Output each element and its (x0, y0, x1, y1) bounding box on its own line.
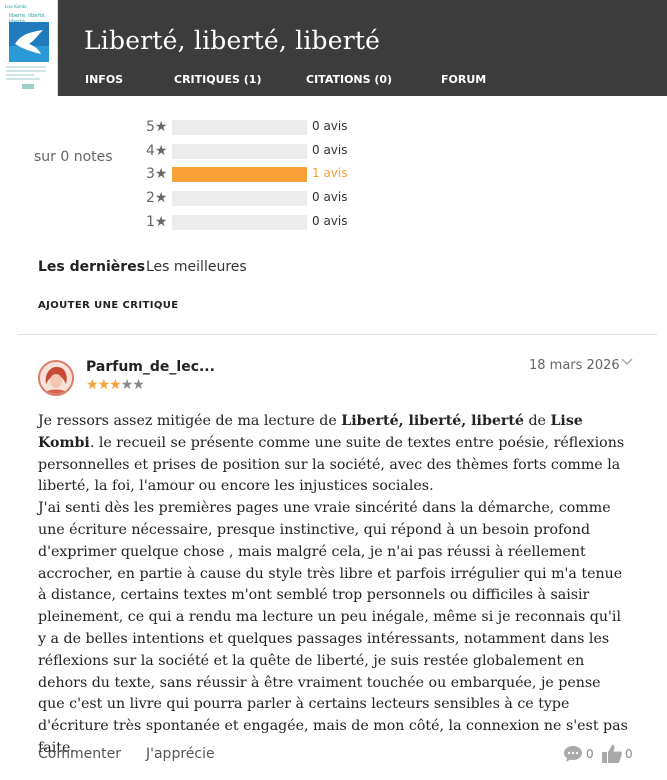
rating-row-label: 3★ (146, 166, 168, 182)
rating-bar-fill (172, 167, 307, 182)
thumbs-up-icon[interactable] (601, 744, 623, 764)
tab-infos[interactable]: INFOS (85, 73, 123, 86)
tab-critiques[interactable]: CRITIQUES (1) (174, 73, 262, 86)
book-cover[interactable]: Lise Kombi liberté, liberté, liberté (0, 0, 58, 96)
user-avatar-icon (40, 362, 72, 394)
star-icon: ★ (132, 377, 145, 393)
review-date: 18 mars 2026 (529, 358, 620, 373)
star-icon: ★ (120, 377, 134, 393)
rating-bar (172, 120, 307, 135)
like-count: 0 (625, 747, 633, 761)
rating-bar (172, 215, 307, 230)
cover-author: Lise Kombi (5, 4, 27, 9)
rating-row-label: 4★ (146, 143, 168, 159)
cover-text-lines (6, 66, 46, 82)
review-text-part: Je ressors assez mitigée de ma lecture d… (38, 413, 342, 429)
rating-row-label: 1★ (146, 214, 168, 230)
rating-row-count: 1 avis (312, 166, 348, 180)
avatar[interactable] (38, 360, 74, 396)
review-text-part: de (523, 413, 551, 429)
star-icon: ★ (109, 377, 122, 393)
like-button[interactable]: J'apprécie (146, 746, 215, 762)
book-link[interactable]: Liberté, liberté, liberté (341, 413, 524, 429)
review-author[interactable]: Parfum_de_lec... (86, 359, 215, 375)
add-review-button[interactable]: AJOUTER UNE CRITIQUE (38, 300, 178, 311)
comment-count: 0 (586, 747, 594, 761)
star-icon: ★ (86, 377, 99, 393)
divider (18, 334, 657, 335)
page-title: Liberté, liberté, liberté (84, 26, 381, 55)
comment-icon[interactable] (563, 745, 583, 763)
rating-bar (172, 144, 307, 159)
sort-latest-tab[interactable]: Les dernières (38, 259, 145, 275)
review-paragraph: J'ai senti dès les premières pages une v… (38, 500, 628, 756)
tab-forum[interactable]: FORUM (441, 73, 486, 86)
rating-row-count: 0 avis (312, 214, 348, 228)
rating-bar (172, 191, 307, 206)
comment-button[interactable]: Commenter (38, 746, 121, 762)
rating-row-label: 2★ (146, 190, 168, 206)
dove-icon (9, 22, 49, 62)
ratings-summary: sur 0 notes (34, 149, 113, 165)
publisher-logo (22, 84, 34, 89)
tab-citations[interactable]: CITATIONS (0) (306, 73, 392, 86)
sort-best-tab[interactable]: Les meilleures (146, 259, 247, 275)
rating-row-label: 5★ (146, 119, 168, 135)
review-text: Je ressors assez mitigée de ma lecture d… (38, 411, 628, 760)
rating-row-count: 0 avis (312, 190, 348, 204)
star-icon: ★ (97, 377, 111, 393)
top-bar: Lise Kombi liberté, liberté, liberté Lib… (0, 0, 667, 96)
review-rating: ★★★★★ (86, 377, 145, 393)
rating-row-count: 0 avis (312, 119, 348, 133)
rating-row-count: 0 avis (312, 143, 348, 157)
rating-bar (172, 167, 307, 182)
review-text-part: . le recueil se présente comme une suite… (38, 434, 625, 495)
chevron-down-icon[interactable] (620, 355, 634, 369)
